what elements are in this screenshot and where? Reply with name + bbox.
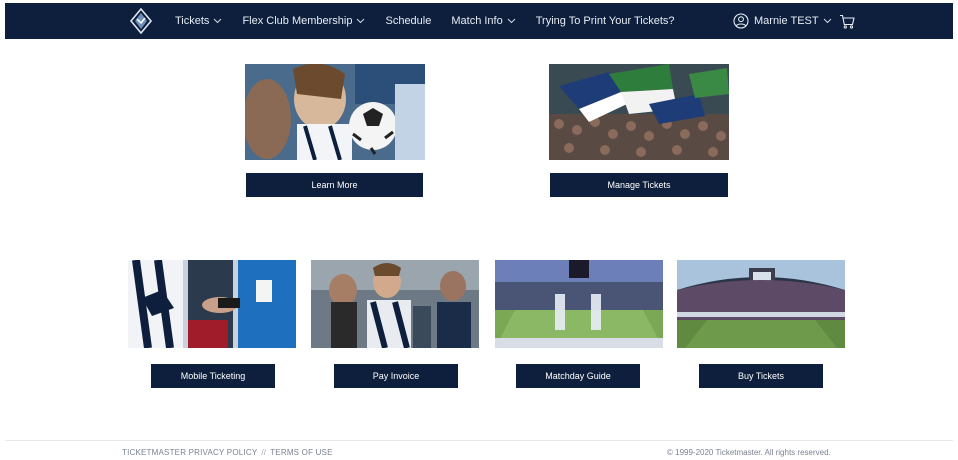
fan-with-ball-photo bbox=[245, 64, 425, 160]
buy-tickets-photo bbox=[677, 260, 845, 348]
mobile-ticketing-button[interactable]: Mobile Ticketing bbox=[151, 364, 275, 388]
copyright-text: © 1999-2020 Ticketmaster. All rights res… bbox=[667, 448, 831, 457]
nav-match-info[interactable]: Match Info bbox=[451, 15, 516, 27]
matchday-guide-photo bbox=[495, 260, 663, 348]
terms-of-use-link[interactable]: TERMS OF USE bbox=[270, 448, 332, 457]
nav-schedule-label: Schedule bbox=[385, 15, 432, 27]
buy-tickets-button[interactable]: Buy Tickets bbox=[699, 364, 823, 388]
pay-invoice-image bbox=[311, 260, 479, 348]
nav-match-info-label: Match Info bbox=[451, 15, 503, 27]
footer-divider bbox=[5, 440, 953, 441]
nav-print-tickets[interactable]: Trying To Print Your Tickets? bbox=[536, 15, 675, 27]
footer-separator: // bbox=[261, 448, 267, 457]
chevron-down-icon bbox=[357, 18, 365, 24]
cart-icon[interactable] bbox=[839, 14, 855, 29]
matchday-guide-button[interactable]: Matchday Guide bbox=[516, 364, 640, 388]
chevron-down-icon bbox=[823, 18, 831, 24]
mobile-ticketing-image bbox=[128, 260, 296, 348]
nav-flex-club-label: Flex Club Membership bbox=[242, 15, 353, 27]
user-avatar-icon bbox=[733, 13, 749, 29]
chevron-down-icon bbox=[214, 18, 222, 24]
nav-schedule[interactable]: Schedule bbox=[385, 15, 431, 27]
crowd-flags-photo bbox=[549, 64, 729, 160]
manage-tickets-button[interactable]: Manage Tickets bbox=[550, 173, 728, 197]
crowd-flags-image bbox=[549, 64, 729, 160]
pay-invoice-button[interactable]: Pay Invoice bbox=[334, 364, 458, 388]
mobile-ticketing-photo bbox=[128, 260, 296, 348]
user-name: Marnie TEST bbox=[754, 15, 819, 27]
user-menu[interactable]: Marnie TEST bbox=[733, 3, 832, 39]
top-navbar: Tickets Flex Club Membership Schedule Ma… bbox=[5, 3, 953, 39]
footer-links: TICKETMASTER PRIVACY POLICY //TERMS OF US… bbox=[122, 448, 333, 457]
nav-tickets[interactable]: Tickets bbox=[175, 15, 222, 27]
matchday-guide-image bbox=[495, 260, 663, 348]
pay-invoice-photo bbox=[311, 260, 479, 348]
club-logo-icon[interactable] bbox=[129, 8, 153, 34]
nav-print-tickets-label: Trying To Print Your Tickets? bbox=[535, 15, 675, 27]
learn-more-button[interactable]: Learn More bbox=[246, 173, 423, 197]
nav-flex-club-membership[interactable]: Flex Club Membership bbox=[242, 15, 365, 27]
chevron-down-icon bbox=[507, 18, 516, 24]
privacy-policy-link[interactable]: TICKETMASTER PRIVACY POLICY bbox=[122, 448, 257, 457]
buy-tickets-image bbox=[677, 260, 845, 348]
fan-with-ball-image bbox=[245, 64, 425, 160]
nav-tickets-label: Tickets bbox=[175, 15, 210, 27]
